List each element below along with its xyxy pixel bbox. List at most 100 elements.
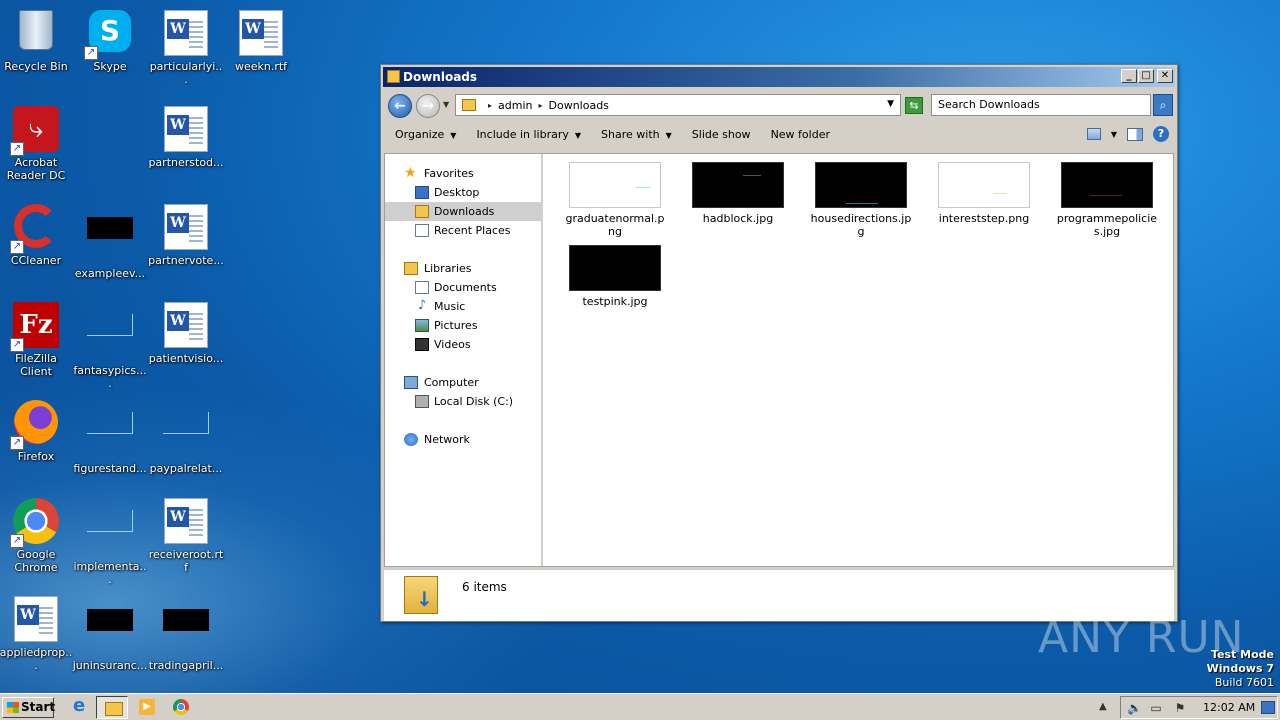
file-item[interactable]: programmepolicies.jpg xyxy=(1052,154,1162,238)
forward-button[interactable]: → xyxy=(416,94,440,118)
desktop-icon-skype[interactable]: S ↗ Skype xyxy=(72,6,148,73)
word-doc-icon: W xyxy=(162,106,210,154)
nav-pictures[interactable]: Pictures xyxy=(385,316,541,335)
desktop-icon-exampleev[interactable]: exampleev... xyxy=(72,200,148,280)
windows-explorer-taskbar-button[interactable] xyxy=(96,696,128,719)
desktop-icon-acrobat[interactable]: ⤷ ↗ Acrobat Reader DC xyxy=(0,102,74,182)
desktop-icon-chrome[interactable]: ↗ Google Chrome xyxy=(0,494,74,574)
nav-local-disk[interactable]: Local Disk (C:) xyxy=(385,392,541,411)
nav-libraries[interactable]: Libraries xyxy=(385,259,541,278)
desktop-icon-paypalrelat[interactable]: paypalrelat... xyxy=(148,396,224,475)
documents-icon xyxy=(415,281,429,294)
desktop-icon-juninsuranc[interactable]: juninsuranc... xyxy=(72,592,148,672)
show-desktop-button[interactable] xyxy=(1261,701,1275,714)
include-in-library-menu[interactable]: Include in library ▼ xyxy=(476,128,581,141)
filezilla-icon: Fz ↗ xyxy=(10,302,60,352)
folder-icon xyxy=(462,99,476,111)
window-title: Downloads xyxy=(403,70,478,84)
new-folder-button[interactable]: New folder xyxy=(771,128,830,141)
maximize-button[interactable]: □ xyxy=(1138,69,1154,83)
view-options-chevron-down-icon[interactable]: ▼ xyxy=(1111,130,1117,139)
internet-explorer-icon[interactable] xyxy=(70,695,90,717)
explorer-window: Downloads _ □ ✕ ← → ▼ ▸ admin ▸ Download… xyxy=(380,64,1178,622)
desktop-icon-weekn[interactable]: W weekn.rtf xyxy=(223,6,299,73)
desktop-icon-particularlyi[interactable]: W particularlyi... xyxy=(148,6,224,86)
back-button[interactable]: ← xyxy=(388,94,412,118)
image-thumbnail xyxy=(815,162,907,208)
local-disk-icon xyxy=(415,395,429,408)
nav-favorites[interactable]: ★ Favorites xyxy=(385,164,541,183)
nav-videos[interactable]: Videos xyxy=(385,335,541,354)
file-item[interactable]: intereststep.png xyxy=(929,154,1039,225)
nav-recent-places[interactable]: Recent Places xyxy=(385,221,541,240)
black-thumbnail-icon xyxy=(86,217,134,265)
network-icon xyxy=(404,433,418,446)
search-icon[interactable]: ⌕ xyxy=(1153,94,1173,116)
desktop-icon-receiveroot[interactable]: W receiveroot.rtf xyxy=(148,494,224,574)
media-player-icon[interactable] xyxy=(137,698,157,717)
breadcrumb-downloads[interactable]: Downloads xyxy=(549,99,609,112)
pictures-icon xyxy=(415,319,429,332)
item-count: 6 items xyxy=(462,580,507,594)
file-item[interactable]: testpink.jpg xyxy=(560,237,670,308)
system-tray: ▲ 🔈 ▭ ⚑ 12:02 AM xyxy=(1099,696,1278,719)
desktop-icon-implementa[interactable]: implementa... xyxy=(72,494,148,586)
chrome-icon: ↗ xyxy=(10,498,60,548)
file-item[interactable]: hadblock.jpg xyxy=(683,154,793,225)
slide-show-button[interactable]: Slide show xyxy=(692,128,751,141)
breadcrumb-admin[interactable]: admin xyxy=(498,99,532,112)
nav-downloads[interactable]: Downloads xyxy=(385,202,541,221)
chevron-right-icon[interactable]: ▸ xyxy=(538,101,542,110)
clock[interactable]: 12:02 AM xyxy=(1203,697,1255,718)
desktop-icon-fantasypics[interactable]: fantasypics.... xyxy=(72,298,148,390)
chrome-taskbar-icon[interactable] xyxy=(171,698,191,717)
minimize-button[interactable]: _ xyxy=(1121,69,1137,83)
help-icon[interactable]: ? xyxy=(1153,126,1169,142)
word-doc-icon: W xyxy=(162,302,210,350)
computer-icon xyxy=(404,376,418,389)
change-view-icon[interactable] xyxy=(1086,128,1101,140)
start-button[interactable]: Start xyxy=(2,697,55,718)
window-titlebar[interactable]: Downloads _ □ ✕ xyxy=(383,67,1175,87)
file-item[interactable]: housedirections.jpg xyxy=(806,154,916,238)
desktop-icon-patientvisio[interactable]: W patientvisio... xyxy=(148,298,224,365)
downloads-folder-icon xyxy=(404,576,438,614)
share-with-menu[interactable]: Share with ▼ xyxy=(601,128,672,141)
desktop-icon-filezilla[interactable]: Fz ↗ FileZilla Client xyxy=(0,298,74,378)
word-doc-icon: W xyxy=(162,204,210,252)
desktop-icon-partnerstod[interactable]: W partnerstod... xyxy=(148,102,224,169)
desktop-icon-appliedprop[interactable]: W appliedprop... xyxy=(0,592,74,672)
refresh-button[interactable]: ⇆ xyxy=(905,97,923,114)
nav-music[interactable]: ♪ Music xyxy=(385,297,541,316)
network-tray-icon[interactable]: ▭ xyxy=(1149,701,1163,715)
nav-desktop[interactable]: Desktop xyxy=(385,183,541,202)
desktop-icon-tradingapril[interactable]: tradingapril... xyxy=(148,592,224,672)
desktop-icon-firefox[interactable]: ↗ Firefox xyxy=(0,396,74,463)
nav-documents[interactable]: Documents xyxy=(385,278,541,297)
tray-expand-icon[interactable]: ▲ xyxy=(1099,701,1107,712)
videos-icon xyxy=(415,338,429,351)
chevron-right-icon[interactable]: ▸ xyxy=(488,101,492,110)
desktop-icon-figurestand[interactable]: figurestand... xyxy=(72,396,148,475)
desktop-icon-recycle-bin[interactable]: Recycle Bin xyxy=(0,6,74,73)
search-input[interactable]: Search Downloads xyxy=(931,94,1151,116)
recent-pages-dropdown[interactable]: ▼ xyxy=(443,100,449,109)
chevron-down-icon[interactable]: ▼ xyxy=(887,99,894,109)
libraries-icon xyxy=(404,262,418,275)
word-doc-icon: W xyxy=(12,596,60,644)
organize-menu[interactable]: Organize ▼ xyxy=(395,128,456,141)
nav-computer[interactable]: Computer xyxy=(385,373,541,392)
blank-thumbnail-icon xyxy=(86,314,134,362)
file-item[interactable]: graduatenormal.png xyxy=(560,154,670,238)
close-button[interactable]: ✕ xyxy=(1157,69,1173,83)
file-list: graduatenormal.png hadblock.jpg housedir… xyxy=(545,154,1173,566)
preview-pane-icon[interactable] xyxy=(1127,127,1143,141)
desktop-icon-partnervote[interactable]: W partnervote... xyxy=(148,200,224,267)
action-center-flag-icon[interactable]: ⚑ xyxy=(1173,701,1187,715)
explorer-body: ★ Favorites Desktop Downloads Recent Plac… xyxy=(384,153,1174,567)
address-bar[interactable]: ▸ admin ▸ Downloads ▼ xyxy=(455,94,901,116)
volume-icon[interactable]: 🔈 xyxy=(1127,701,1142,715)
nav-network[interactable]: Network xyxy=(385,430,541,449)
recycle-bin-icon xyxy=(12,10,60,58)
desktop-icon-ccleaner[interactable]: ↗ CCleaner xyxy=(0,200,74,267)
